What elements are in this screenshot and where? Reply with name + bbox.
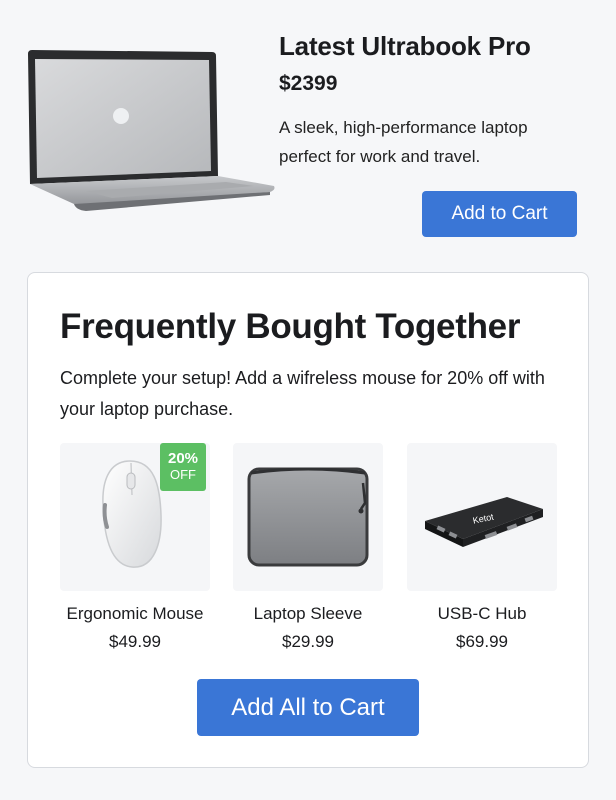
item-name: USB-C Hub [437, 604, 527, 623]
item-name: Ergonomic Mouse [66, 604, 204, 623]
product-price: $2399 [279, 72, 338, 95]
item-name: Laptop Sleeve [253, 604, 363, 623]
item-thumbnail: Ketot [407, 443, 557, 591]
discount-badge: 20% OFF [160, 443, 206, 491]
product-title: Latest Ultrabook Pro [279, 31, 531, 61]
discount-percent: 20% [167, 450, 199, 467]
item-price: $49.99 [109, 632, 161, 651]
laptop-sleeve-icon [247, 467, 369, 567]
bundle-title: Frequently Bought Together [60, 307, 521, 346]
laptop-icon [26, 48, 276, 218]
product-description: A sleek, high-performance laptop perfect… [279, 118, 528, 166]
add-all-to-cart-button[interactable]: Add All to Cart [197, 679, 419, 736]
item-price: $29.99 [282, 632, 334, 651]
bundle-item-mouse[interactable]: 20% OFF Ergonomic Mouse $49.99 [60, 443, 210, 652]
usb-hub-icon: Ketot [425, 497, 543, 547]
item-price: $69.99 [456, 632, 508, 651]
discount-off-label: OFF [170, 467, 196, 482]
product-page: Latest Ultrabook Pro $2399 A sleek, high… [0, 0, 616, 800]
bundle-item-usb-hub[interactable]: Ketot USB-C Hub $69.99 [407, 443, 557, 652]
bundle-item-sleeve[interactable]: Laptop Sleeve $29.99 [233, 443, 383, 652]
add-to-cart-button[interactable]: Add to Cart [422, 191, 577, 237]
item-thumbnail [233, 443, 383, 591]
item-thumbnail: 20% OFF [60, 443, 210, 591]
bundle-description: Complete your setup! Add a wifreless mou… [60, 368, 545, 419]
frequently-bought-together-card: Frequently Bought Together Complete your… [27, 272, 589, 768]
